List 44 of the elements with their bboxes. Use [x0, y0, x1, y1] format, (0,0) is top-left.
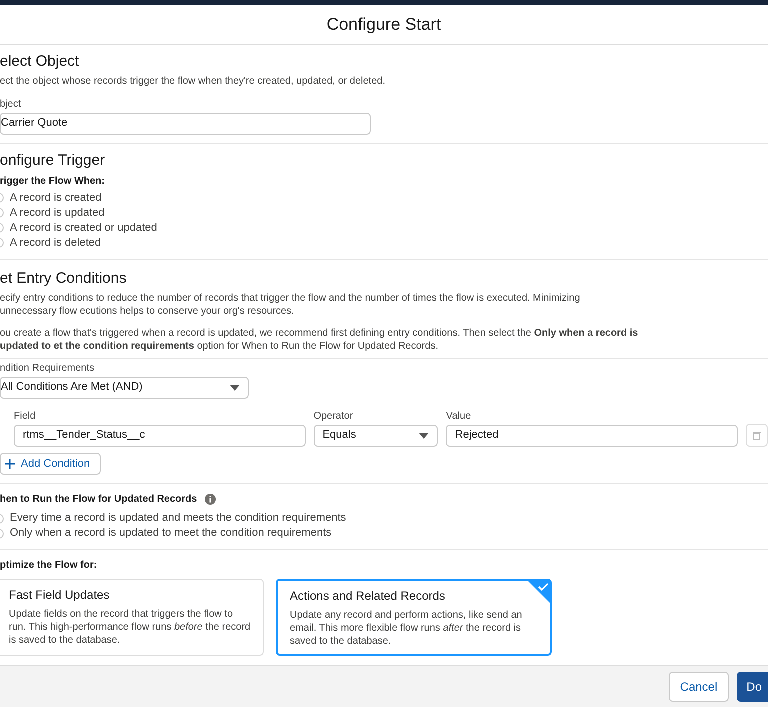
field-label: Operator — [314, 410, 354, 424]
option-label: Only when a record is updated to meet the condition requirements — [10, 526, 332, 542]
field-input[interactable]: rtms__Tender_Status__c — [14, 424, 306, 446]
option-label: A record is created — [10, 190, 102, 206]
add-condition-button[interactable]: Add Condition — [0, 452, 102, 475]
operator-dropdown[interactable]: Equals — [314, 424, 438, 446]
field-label: bject — [0, 98, 22, 112]
caret-icon — [419, 432, 430, 438]
dropdown-value: Equals — [322, 428, 356, 444]
cancel-button[interactable]: Cancel — [669, 672, 729, 702]
value-input[interactable]: Rejected — [446, 424, 738, 446]
done-button[interactable]: Do — [736, 672, 768, 702]
delete-button[interactable] — [746, 424, 768, 446]
option-label: Every time a record is updated and meets the condition requirements — [10, 511, 346, 526]
group-label: rigger the Flow When: — [0, 174, 106, 188]
card-title: Fast Field Updates — [9, 587, 111, 604]
card-title: Actions and Related Records — [290, 588, 446, 605]
group-label: hen to Run the Flow for Updated Records — [0, 493, 198, 507]
dropdown-value: All Conditions Are Met (AND) — [1, 380, 143, 396]
modal-title: Configure Start — [0, 5, 768, 45]
info-note: ou create a flow that's triggered when a record is updated, we recommend first defining entry conditions. Then select the Only when a record is updated to et the condition requirements option for When to Run the Flow for Updated Records. — [0, 326, 640, 354]
info-icon — [205, 494, 216, 505]
option-card[interactable]: Fast Field Updates Update fields on the record that triggers the flow to run. This high-performance flow runs before the record is saved to the database. — [0, 579, 264, 656]
requirements-dropdown[interactable]: All Conditions Are Met (AND) — [0, 376, 249, 398]
option-label: A record is updated — [10, 206, 105, 221]
section-heading: et Entry Conditions — [0, 270, 128, 288]
plus-icon — [5, 458, 15, 469]
field-label: Value — [446, 410, 472, 424]
section-heading: onfigure Trigger — [0, 152, 106, 170]
field-label: Field — [14, 410, 37, 424]
caret-icon — [230, 384, 240, 390]
field-label: ndition Requirements — [0, 362, 96, 376]
section-description: ecify entry conditions to reduce the number of records that trigger the flow and the number of times the flow is executed. Minimizing unnecessary flow ecutions helps to conserve your org's resources. — [0, 292, 582, 318]
group-label: ptimize the Flow for: — [0, 559, 98, 573]
card-description: Update any record and perform actions, like send an email. This more flexible flow runs after the record is saved to the database. — [290, 609, 524, 648]
card-description: Update fields on the record that triggers the flow to run. This high-performance flow runs before the record is saved to the database. — [9, 608, 251, 647]
section-description: ect the object whose records trigger the flow when they're created, updated, or deleted. — [0, 75, 386, 88]
option-label: A record is created or updated — [10, 220, 158, 236]
trash-icon — [753, 430, 761, 440]
option-label: A record is deleted — [10, 236, 102, 251]
section-heading: elect Object — [0, 53, 80, 71]
object-field[interactable]: Carrier Quote — [0, 112, 371, 134]
checkmark-icon — [528, 581, 550, 603]
option-card[interactable]: Actions and Related Records Update any record and perform actions, like send an email. This more flexible flow runs after the record is saved to the database. — [276, 579, 552, 656]
